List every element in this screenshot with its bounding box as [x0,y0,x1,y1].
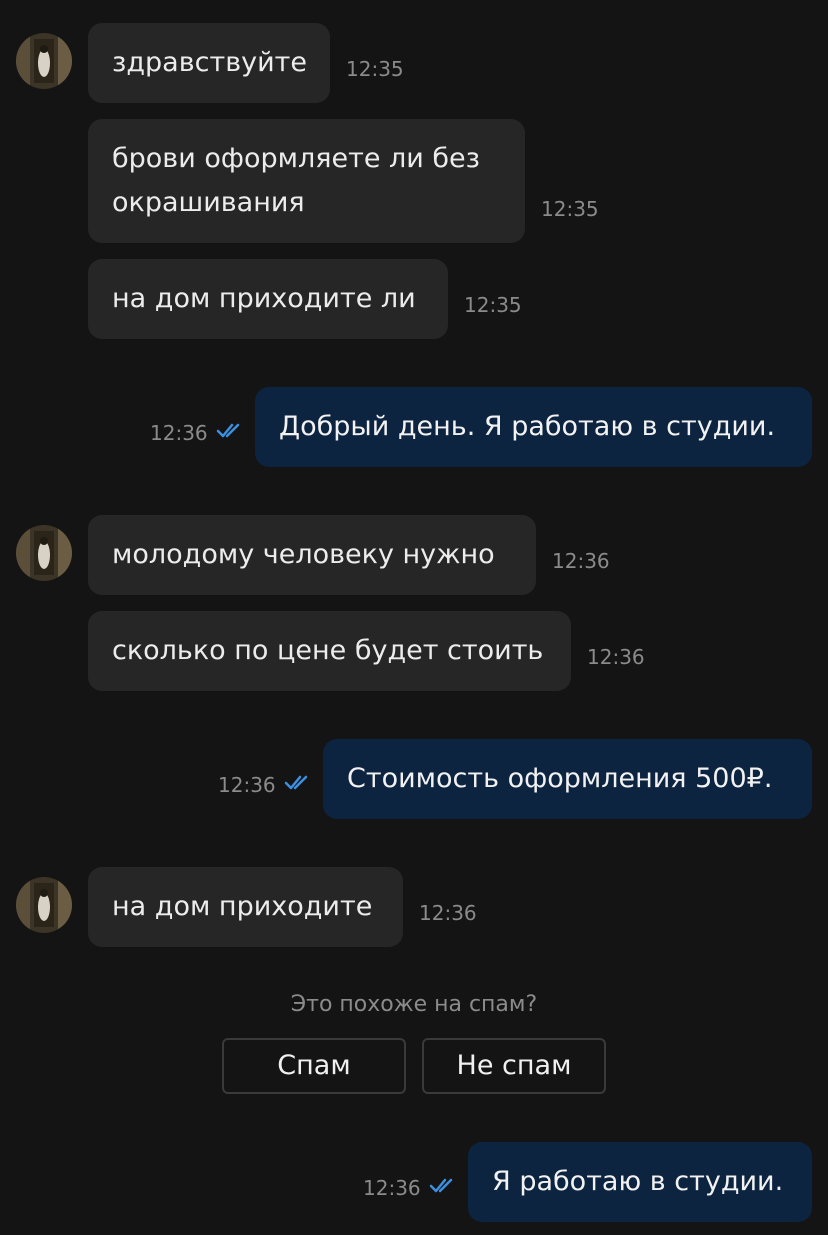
outgoing-message[interactable]: Стоимость оформления 500₽. [323,739,812,819]
message-text: сколько по цене будет стоить [112,635,544,666]
incoming-message[interactable]: молодому человеку нужно [88,515,536,595]
not-spam-button[interactable]: Не спам [422,1038,606,1094]
message-timestamp: 12:36 [218,773,276,797]
incoming-message[interactable]: сколько по цене будет стоить [88,611,571,691]
double-check-icon [429,1178,453,1193]
double-check-icon [216,423,240,438]
spam-question: Это похоже на спам? [290,992,538,1017]
message-text: на дом приходите [112,891,373,922]
message-text: Добрый день. Я работаю в студии. [279,411,776,442]
message-timestamp: 12:36 [552,549,610,573]
outgoing-message[interactable]: Добрый день. Я работаю в студии. [255,387,812,467]
incoming-message[interactable]: на дом приходите [88,867,403,947]
message-text: Стоимость оформления 500₽. [347,763,773,794]
message-text: Я работаю в студии. [492,1166,784,1197]
avatar-photo-icon [16,525,72,581]
avatar-photo-icon [16,877,72,933]
double-check-icon [284,775,308,790]
message-timestamp: 12:35 [346,57,404,81]
avatar-photo-icon [16,33,72,89]
outgoing-message[interactable]: Я работаю в студии. [468,1142,812,1222]
spam-button[interactable]: Спам [222,1038,406,1094]
incoming-message[interactable]: брови оформляете ли без окрашивания [88,119,525,243]
incoming-message[interactable]: на дом приходите ли [88,259,448,339]
message-text: на дом приходите ли [112,283,416,314]
message-timestamp: 12:36 [363,1176,421,1200]
message-text-line: брови оформляете ли без [112,143,481,174]
contact-avatar[interactable] [16,33,72,89]
message-text: здравствуйте [112,47,307,78]
message-timestamp: 12:35 [541,197,599,221]
message-text-line: окрашивания [112,187,305,218]
contact-avatar[interactable] [16,525,72,581]
incoming-message[interactable]: здравствуйте [88,23,330,103]
message-timestamp: 12:36 [419,901,477,925]
message-timestamp: 12:36 [587,645,645,669]
message-timestamp: 12:35 [464,293,522,317]
message-timestamp: 12:36 [150,421,208,445]
contact-avatar[interactable] [16,877,72,933]
message-text: молодому человеку нужно [112,539,495,570]
